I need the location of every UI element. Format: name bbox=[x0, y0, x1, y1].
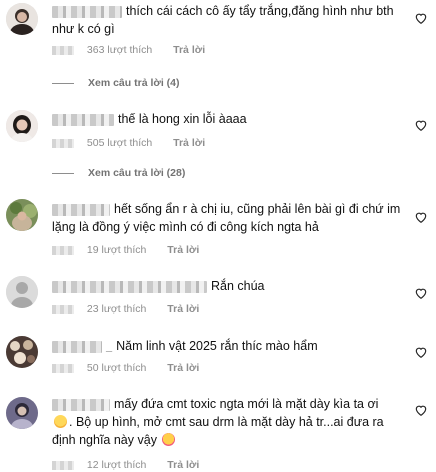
avatar[interactable] bbox=[6, 110, 38, 142]
comment-text: hết sống ẩn r à chị iu, cũng phải lên bà… bbox=[52, 202, 401, 234]
reply-button[interactable]: Trả lời bbox=[167, 362, 199, 374]
avatar[interactable] bbox=[6, 199, 38, 231]
timestamp-blurred bbox=[52, 460, 74, 470]
view-replies-label: Xem câu trả lời (28) bbox=[88, 167, 186, 179]
username-blurred[interactable] bbox=[52, 398, 110, 411]
view-replies-button[interactable]: Xem câu trả lời (4) bbox=[52, 77, 180, 89]
likes-count[interactable]: 50 lượt thích bbox=[87, 362, 146, 374]
username-blurred[interactable] bbox=[52, 280, 207, 293]
divider-line bbox=[52, 172, 74, 174]
smiling-face-with-hearts-emoji bbox=[161, 433, 175, 446]
heart-icon[interactable] bbox=[414, 210, 428, 224]
heart-icon[interactable] bbox=[414, 403, 428, 417]
view-replies-label: Xem câu trả lời (4) bbox=[88, 77, 180, 89]
heart-icon[interactable] bbox=[414, 118, 428, 132]
timestamp-blurred bbox=[52, 245, 74, 255]
grinning-squinting-face-emoji bbox=[54, 415, 67, 428]
heart-icon[interactable] bbox=[414, 11, 428, 25]
reply-button[interactable]: Trả lời bbox=[167, 303, 199, 315]
comment-text: thích cái cách cô ấy tẩy trắng,đăng hình… bbox=[52, 4, 394, 36]
comment-meta: 19 lượt thích Trả lời bbox=[52, 244, 199, 256]
divider-line bbox=[52, 82, 74, 84]
comment-text: thế là hong xin lỗi àaaa bbox=[52, 110, 402, 128]
comment-meta: 505 lượt thích Trả lời bbox=[52, 137, 205, 149]
comment-text: _ Năm linh vật 2025 rắn thíc mào hẩm bbox=[52, 337, 402, 356]
view-replies-button[interactable]: Xem câu trả lời (28) bbox=[52, 167, 185, 179]
comment-text: Rắn chúa bbox=[52, 277, 402, 295]
avatar[interactable] bbox=[6, 276, 38, 308]
comment-meta: 50 lượt thích Trả lời bbox=[52, 362, 199, 374]
comment-meta: 12 lượt thích Trả lời bbox=[52, 459, 199, 471]
reply-button[interactable]: Trả lời bbox=[173, 137, 205, 149]
comment-meta: 23 lượt thích Trả lời bbox=[52, 303, 199, 315]
username-blurred[interactable] bbox=[52, 340, 102, 353]
avatar[interactable] bbox=[6, 397, 38, 429]
timestamp-blurred bbox=[52, 363, 74, 373]
reply-button[interactable]: Trả lời bbox=[173, 44, 205, 56]
username-blurred[interactable] bbox=[52, 203, 110, 216]
comment-text: mấy đứa cmt toxic ngta mới là mặt dày kì… bbox=[52, 397, 384, 447]
likes-count[interactable]: 23 lượt thích bbox=[87, 303, 146, 315]
username-tail: _ bbox=[106, 341, 113, 353]
avatar[interactable] bbox=[6, 3, 38, 35]
likes-count[interactable]: 363 lượt thích bbox=[87, 44, 152, 56]
username-blurred[interactable] bbox=[52, 5, 122, 18]
timestamp-blurred bbox=[52, 304, 74, 314]
reply-button[interactable]: Trả lời bbox=[167, 244, 199, 256]
timestamp-blurred bbox=[52, 45, 74, 55]
comment-meta: 363 lượt thích Trả lời bbox=[52, 44, 205, 56]
likes-count[interactable]: 12 lượt thích bbox=[87, 459, 146, 471]
reply-button[interactable]: Trả lời bbox=[167, 459, 199, 471]
heart-icon[interactable] bbox=[414, 345, 428, 359]
avatar[interactable] bbox=[6, 336, 38, 368]
username-blurred[interactable] bbox=[52, 113, 114, 126]
likes-count[interactable]: 505 lượt thích bbox=[87, 137, 152, 149]
timestamp-blurred bbox=[52, 138, 74, 148]
likes-count[interactable]: 19 lượt thích bbox=[87, 244, 146, 256]
heart-icon[interactable] bbox=[414, 286, 428, 300]
